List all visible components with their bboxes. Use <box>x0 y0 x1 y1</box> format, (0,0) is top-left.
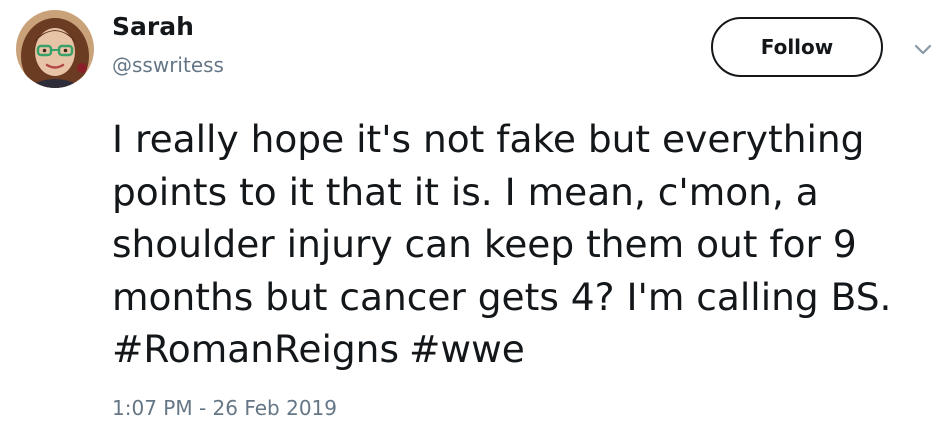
tweet-text: I really hope it's not fake but everythi… <box>112 117 892 319</box>
user-handle[interactable]: @sswritess <box>112 53 224 77</box>
avatar[interactable] <box>16 10 94 88</box>
display-name[interactable]: Sarah <box>112 12 194 42</box>
chevron-down-icon[interactable] <box>912 38 934 60</box>
tweet-timestamp[interactable]: 1:07 PM - 26 Feb 2019 <box>112 396 337 420</box>
tweet-hashtags: #RomanReigns #wwe <box>112 323 535 376</box>
avatar-image <box>16 10 94 88</box>
hashtag-link[interactable]: #RomanReigns <box>112 327 399 371</box>
hashtag-link[interactable]: #wwe <box>409 327 525 371</box>
follow-button[interactable]: Follow <box>711 17 883 77</box>
tweet-card: Sarah @sswritess Follow I really hope it… <box>0 0 947 428</box>
